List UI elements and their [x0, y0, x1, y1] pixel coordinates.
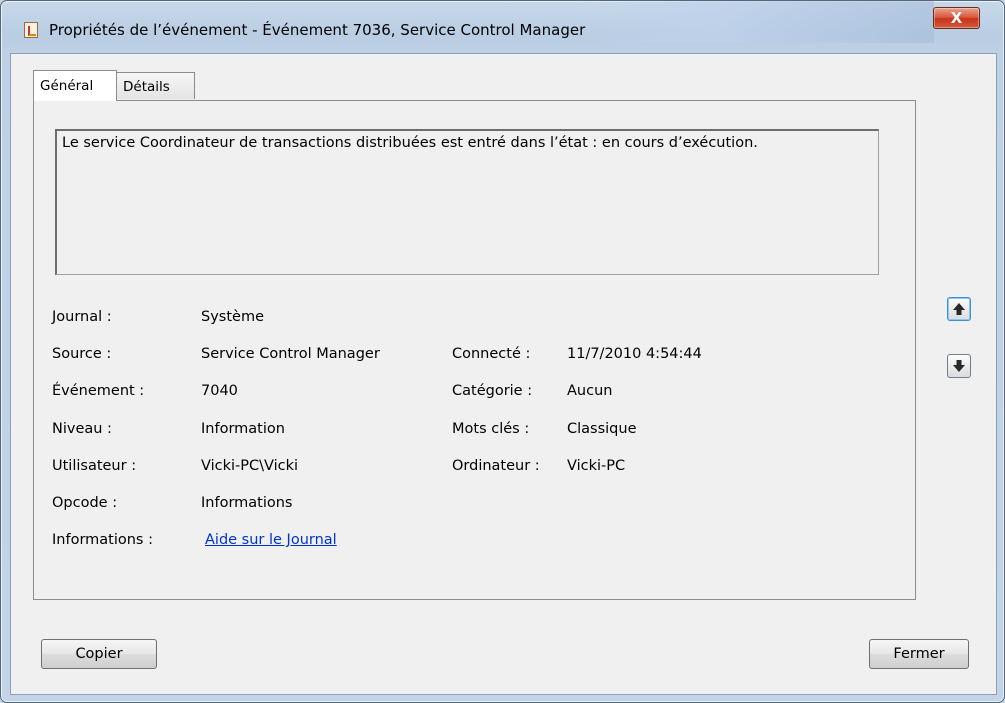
- computer-value[interactable]: Vicki-PC: [567, 458, 625, 474]
- event-properties-window: Propriétés de l’événement - Événement 70…: [0, 0, 1005, 703]
- event-description[interactable]: Le service Coordinateur de transactions …: [55, 129, 879, 275]
- next-event-button[interactable]: [947, 354, 971, 378]
- logged-label: Connecté :: [452, 346, 531, 362]
- user-value[interactable]: Vicki-PC\Vicki: [201, 458, 298, 474]
- close-window-button[interactable]: X: [933, 7, 980, 29]
- previous-event-button[interactable]: [947, 297, 971, 321]
- computer-label: Ordinateur :: [452, 458, 540, 474]
- level-value[interactable]: Information: [201, 421, 285, 437]
- event-log-help-link[interactable]: Aide sur le Journal: [205, 532, 337, 548]
- journal-label: Journal :: [52, 309, 112, 325]
- event-id-value[interactable]: 7040: [201, 383, 238, 399]
- tab-details[interactable]: Détails: [117, 72, 195, 99]
- title-bar-glare: [574, 1, 934, 43]
- arrow-down-icon: [953, 360, 965, 372]
- category-value[interactable]: Aucun: [567, 383, 612, 399]
- close-button[interactable]: Fermer: [869, 639, 969, 669]
- source-value[interactable]: Service Control Manager: [201, 346, 380, 362]
- opcode-label: Opcode :: [52, 495, 118, 511]
- journal-value[interactable]: Système: [201, 309, 264, 325]
- dialog-client-area: Général Détails Le service Coordinateur …: [10, 53, 997, 695]
- category-label: Catégorie :: [452, 383, 533, 399]
- window-title: Propriétés de l’événement - Événement 70…: [49, 21, 586, 39]
- general-tab-panel: Le service Coordinateur de transactions …: [33, 100, 916, 600]
- arrow-up-icon: [953, 303, 965, 315]
- logged-value[interactable]: 11/7/2010 4:54:44: [567, 346, 702, 362]
- user-label: Utilisateur :: [52, 458, 137, 474]
- more-info-label: Informations :: [52, 532, 153, 548]
- keywords-value[interactable]: Classique: [567, 421, 637, 437]
- title-bar[interactable]: Propriétés de l’événement - Événement 70…: [1, 1, 1004, 43]
- event-viewer-icon: [24, 22, 38, 38]
- copy-button[interactable]: Copier: [41, 639, 157, 669]
- event-id-label: Événement :: [52, 383, 145, 399]
- tab-general[interactable]: Général: [33, 70, 117, 101]
- keywords-label: Mots clés :: [452, 421, 530, 437]
- level-label: Niveau :: [52, 421, 112, 437]
- source-label: Source :: [52, 346, 112, 362]
- opcode-value[interactable]: Informations: [201, 495, 293, 511]
